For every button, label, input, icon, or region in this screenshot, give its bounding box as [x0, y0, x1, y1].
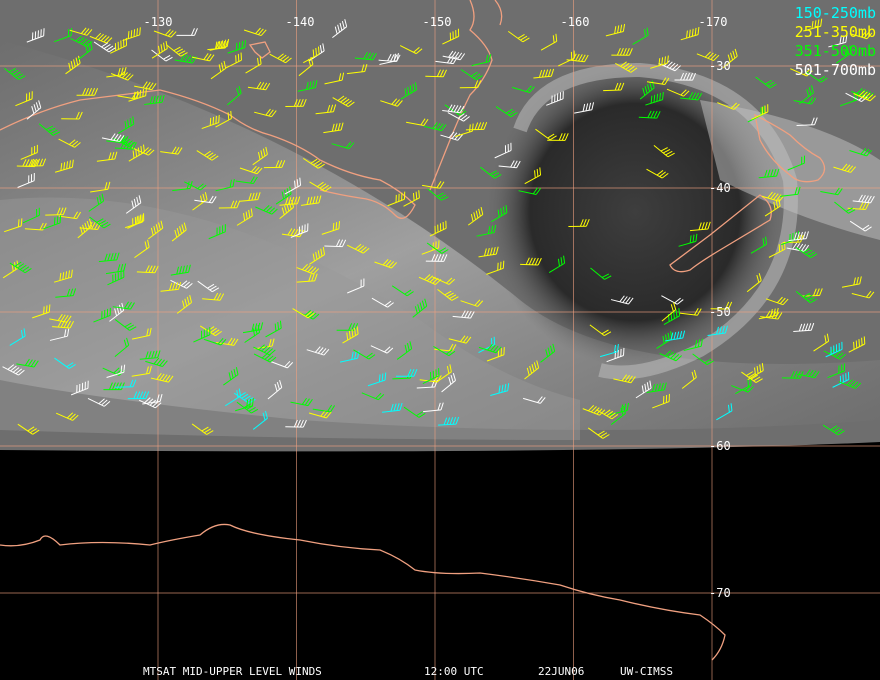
latitude-label: -30 — [709, 59, 731, 73]
longitude-label: -170 — [698, 15, 728, 29]
caption-source: UW-CIMSS — [620, 665, 673, 678]
legend-entry-251-350mb: 251-350mb — [794, 23, 876, 41]
latitude-label: -40 — [709, 181, 731, 195]
legend-entry-351-500mb: 351-500mb — [794, 42, 876, 60]
legend-entry-501-700mb: 501-700mb — [794, 61, 876, 79]
longitude-label: -160 — [560, 15, 590, 29]
longitude-label: -130 — [143, 15, 173, 29]
caption-time: 12:00 UTC — [424, 665, 484, 678]
latitude-label: -50 — [709, 305, 731, 319]
satellite-wind-map: -130 -140 -150 -160 -170 -30 -40 -50 -60… — [0, 0, 880, 680]
longitude-label: -140 — [285, 15, 315, 29]
map-canvas — [0, 0, 880, 680]
coastline — [0, 523, 726, 661]
caption-product: MTSAT MID-UPPER LEVEL WINDS — [143, 665, 322, 678]
latitude-label: -70 — [709, 586, 731, 600]
pressure-legend: 150-250mb 251-350mb 351-500mb 501-700mb — [795, 4, 876, 80]
legend-entry-150-250mb: 150-250mb — [794, 4, 876, 22]
longitude-label: -150 — [422, 15, 452, 29]
caption-date: 22JUN06 — [538, 665, 585, 678]
latitude-label: -60 — [709, 439, 731, 453]
